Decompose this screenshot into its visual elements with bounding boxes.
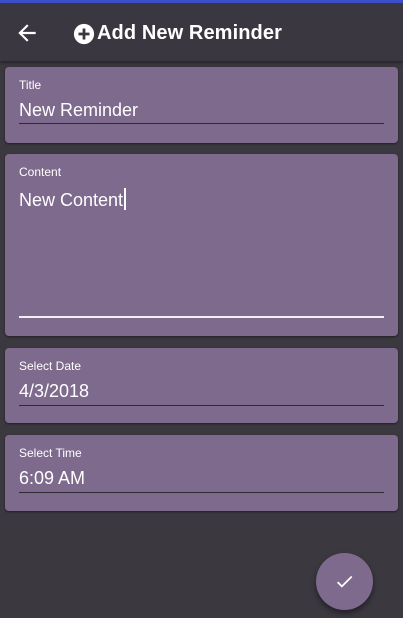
app-bar: Add New Reminder (0, 3, 403, 61)
back-button[interactable] (14, 20, 40, 46)
title-field-label: Title (19, 78, 42, 92)
time-input-underline (19, 492, 384, 493)
time-field-label: Select Time (19, 446, 82, 460)
title-input-underline (19, 123, 384, 124)
time-field-card[interactable]: Select Time 6:09 AM (5, 435, 398, 511)
arrow-left-icon (18, 24, 36, 42)
time-input[interactable]: 6:09 AM (19, 468, 85, 489)
plus-circle-icon (73, 23, 95, 45)
date-input[interactable]: 4/3/2018 (19, 381, 89, 402)
content-input-underline (19, 316, 384, 318)
content-field-card[interactable]: Content New Content (5, 154, 398, 336)
date-input-underline (19, 405, 384, 406)
date-field-card[interactable]: Select Date 4/3/2018 (5, 348, 398, 423)
content-text: New Content (19, 190, 124, 210)
text-cursor (124, 188, 126, 210)
content-field-label: Content (19, 165, 62, 179)
title-field-card[interactable]: Title New Reminder (5, 67, 398, 143)
page-title: Add New Reminder (97, 22, 282, 44)
content-textarea[interactable]: New Content (19, 188, 126, 211)
title-input[interactable]: New Reminder (19, 100, 138, 121)
check-icon (336, 575, 353, 588)
save-fab-button[interactable] (316, 553, 373, 610)
date-field-label: Select Date (19, 359, 82, 373)
app-screen: Add New Reminder Title New Reminder Cont… (0, 0, 403, 618)
